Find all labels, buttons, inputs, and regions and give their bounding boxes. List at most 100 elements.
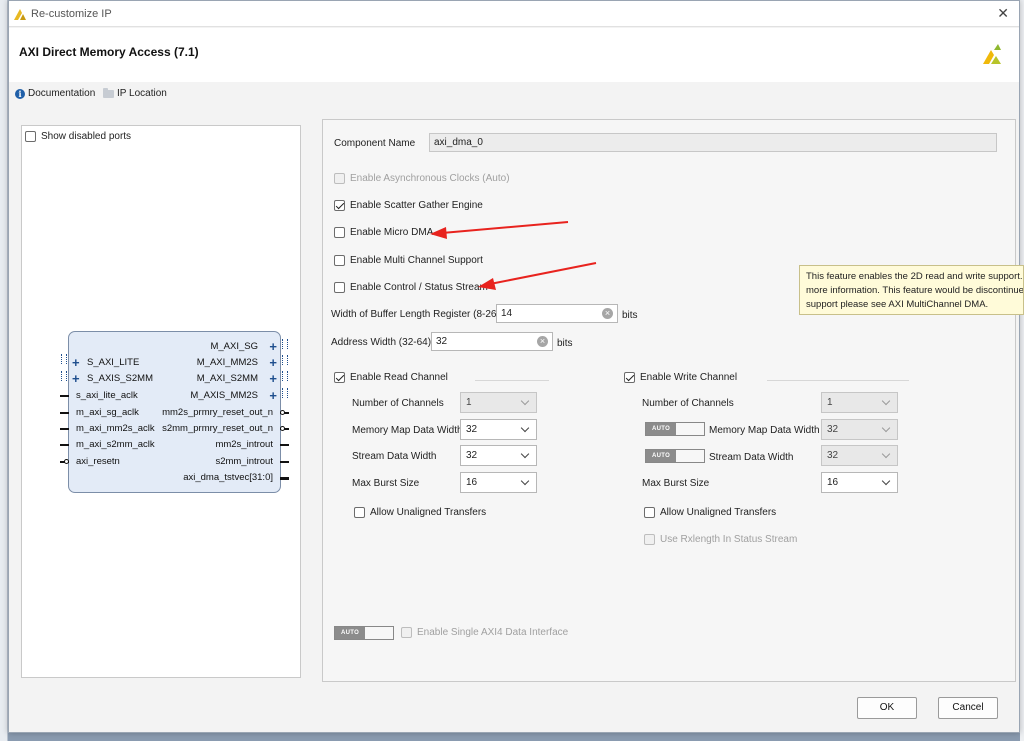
window-title: Re-customize IP: [31, 8, 112, 20]
ip-location-label: IP Location: [117, 88, 167, 99]
active-low-bubble: [64, 459, 69, 464]
write-mm-width-auto-toggle[interactable]: AUTO: [645, 422, 705, 436]
tooltip-line-3: support please see AXI MultiChannel DMA.: [806, 299, 989, 310]
auto-toggle-label: AUTO: [646, 450, 676, 462]
buffer-length-label: Width of Buffer Length Register (8-26): [331, 309, 500, 320]
show-disabled-ports-checkbox[interactable]: [25, 131, 36, 142]
show-disabled-ports-row[interactable]: Show disabled ports: [25, 131, 131, 142]
address-width-value: 32: [436, 336, 448, 347]
rxlength-row: Use Rxlength In Status Stream: [644, 534, 797, 545]
bus-marker: [282, 339, 288, 349]
read-max-burst-value: 16: [466, 477, 478, 488]
ok-button[interactable]: OK: [857, 697, 917, 719]
single-axi4-auto-toggle[interactable]: AUTO: [334, 626, 394, 640]
bus-marker: [282, 355, 288, 365]
xilinx-logo-icon: [983, 44, 1001, 64]
bus-marker: [282, 371, 288, 381]
port-m-axi-s2mm: M_AXI_S2MM: [196, 373, 258, 384]
scatter-gather-row[interactable]: Enable Scatter Gather Engine: [334, 200, 483, 211]
read-max-burst-select[interactable]: 16: [460, 472, 537, 493]
expand-plus-icon[interactable]: +: [269, 372, 277, 385]
read-channel-checkbox[interactable]: [334, 372, 345, 383]
folder-icon: [103, 87, 114, 98]
tooltip-line-2: more information. This feature would be …: [806, 285, 1024, 296]
port-m-axi-mm2s: M_AXI_MM2S: [196, 357, 258, 368]
async-clocks-row: Enable Asynchronous Clocks (Auto): [334, 173, 510, 184]
read-stream-width-select[interactable]: 32: [460, 445, 537, 466]
buffer-length-input[interactable]: 14 ×: [496, 304, 618, 323]
chevron-down-icon: [520, 396, 530, 406]
read-num-channels-value: 1: [466, 397, 472, 408]
port-mm2s-prmry-reset-out-n: mm2s_prmry_reset_out_n: [162, 407, 273, 418]
write-num-channels-label: Number of Channels: [642, 398, 734, 409]
background-app-strip-right: [1020, 0, 1024, 741]
read-mm-width-select[interactable]: 32: [460, 419, 537, 440]
scatter-gather-checkbox[interactable]: [334, 200, 345, 211]
chevron-down-icon: [520, 423, 530, 433]
pin: [60, 428, 69, 430]
address-width-label: Address Width (32-64): [331, 337, 432, 348]
clear-icon[interactable]: ×: [602, 308, 613, 319]
chevron-down-icon: [881, 423, 891, 433]
tooltip: This feature enables the 2D read and wri…: [799, 265, 1024, 315]
control-status-label: Enable Control / Status Stream: [350, 282, 488, 293]
cancel-button[interactable]: Cancel: [938, 697, 998, 719]
write-max-burst-select[interactable]: 16: [821, 472, 898, 493]
port-m-axi-sg: M_AXI_SG: [210, 341, 258, 352]
read-unaligned-row[interactable]: Allow Unaligned Transfers: [354, 507, 486, 518]
write-stream-width-select: 32: [821, 445, 898, 466]
write-channel-title: Enable Write Channel: [640, 372, 738, 383]
chevron-down-icon: [881, 449, 891, 459]
port-s-axi-lite: S_AXI_LITE: [87, 357, 140, 368]
expand-plus-icon[interactable]: +: [269, 340, 277, 353]
read-channel-row[interactable]: Enable Read Channel: [334, 372, 448, 383]
read-num-channels-select: 1: [460, 392, 537, 413]
auto-toggle-track: [676, 450, 704, 462]
bus-pin: [280, 477, 289, 480]
expand-plus-icon[interactable]: +: [72, 372, 80, 385]
ip-header: AXI Direct Memory Access (7.1): [9, 28, 1019, 82]
address-width-unit: bits: [557, 338, 573, 349]
expand-plus-icon[interactable]: +: [269, 389, 277, 402]
expand-plus-icon[interactable]: +: [269, 356, 277, 369]
write-unaligned-checkbox[interactable]: [644, 507, 655, 518]
control-status-row[interactable]: Enable Control / Status Stream: [334, 282, 488, 293]
documentation-link[interactable]: i Documentation: [15, 88, 95, 99]
write-stream-width-auto-toggle[interactable]: AUTO: [645, 449, 705, 463]
address-width-input[interactable]: 32 ×: [431, 332, 553, 351]
write-max-burst-label: Max Burst Size: [642, 478, 710, 489]
port-m-axi-sg-aclk: m_axi_sg_aclk: [76, 407, 139, 418]
port-m-axis-mm2s: M_AXIS_MM2S: [190, 390, 258, 401]
multi-channel-row[interactable]: Enable Multi Channel Support: [334, 255, 483, 266]
ip-location-link[interactable]: IP Location: [103, 87, 167, 99]
read-stream-width-label: Stream Data Width: [352, 451, 437, 462]
micro-dma-checkbox[interactable]: [334, 227, 345, 238]
read-unaligned-checkbox[interactable]: [354, 507, 365, 518]
chevron-down-icon: [881, 476, 891, 486]
component-name-field[interactable]: axi_dma_0: [429, 133, 997, 152]
buffer-length-value: 14: [501, 308, 513, 319]
bus-marker: [282, 388, 288, 398]
write-unaligned-row[interactable]: Allow Unaligned Transfers: [644, 507, 776, 518]
chevron-down-icon: [881, 396, 891, 406]
write-mm-width-select: 32: [821, 419, 898, 440]
auto-toggle-label: AUTO: [335, 627, 365, 639]
multi-channel-label: Enable Multi Channel Support: [350, 255, 483, 266]
auto-toggle-label: AUTO: [646, 423, 676, 435]
port-s-axi-lite-aclk: s_axi_lite_aclk: [76, 390, 138, 401]
expand-plus-icon[interactable]: +: [72, 356, 80, 369]
close-icon[interactable]: ✕: [997, 5, 1009, 22]
write-channel-checkbox[interactable]: [624, 372, 635, 383]
read-channel-title: Enable Read Channel: [350, 372, 448, 383]
clear-icon[interactable]: ×: [537, 336, 548, 347]
async-clocks-label: Enable Asynchronous Clocks (Auto): [350, 173, 510, 184]
ip-block-symbol: + S_AXI_LITE + S_AXIS_S2MM s_axi_lite_ac…: [60, 331, 289, 493]
multi-channel-checkbox[interactable]: [334, 255, 345, 266]
control-status-checkbox[interactable]: [334, 282, 345, 293]
write-num-channels-value: 1: [827, 397, 833, 408]
active-low-bubble: [280, 426, 285, 431]
port-axi-dma-tstvec: axi_dma_tstvec[31:0]: [183, 472, 273, 483]
write-channel-row[interactable]: Enable Write Channel: [624, 372, 737, 383]
micro-dma-row[interactable]: Enable Micro DMA: [334, 227, 433, 238]
port-m-axi-s2mm-aclk: m_axi_s2mm_aclk: [76, 439, 155, 450]
